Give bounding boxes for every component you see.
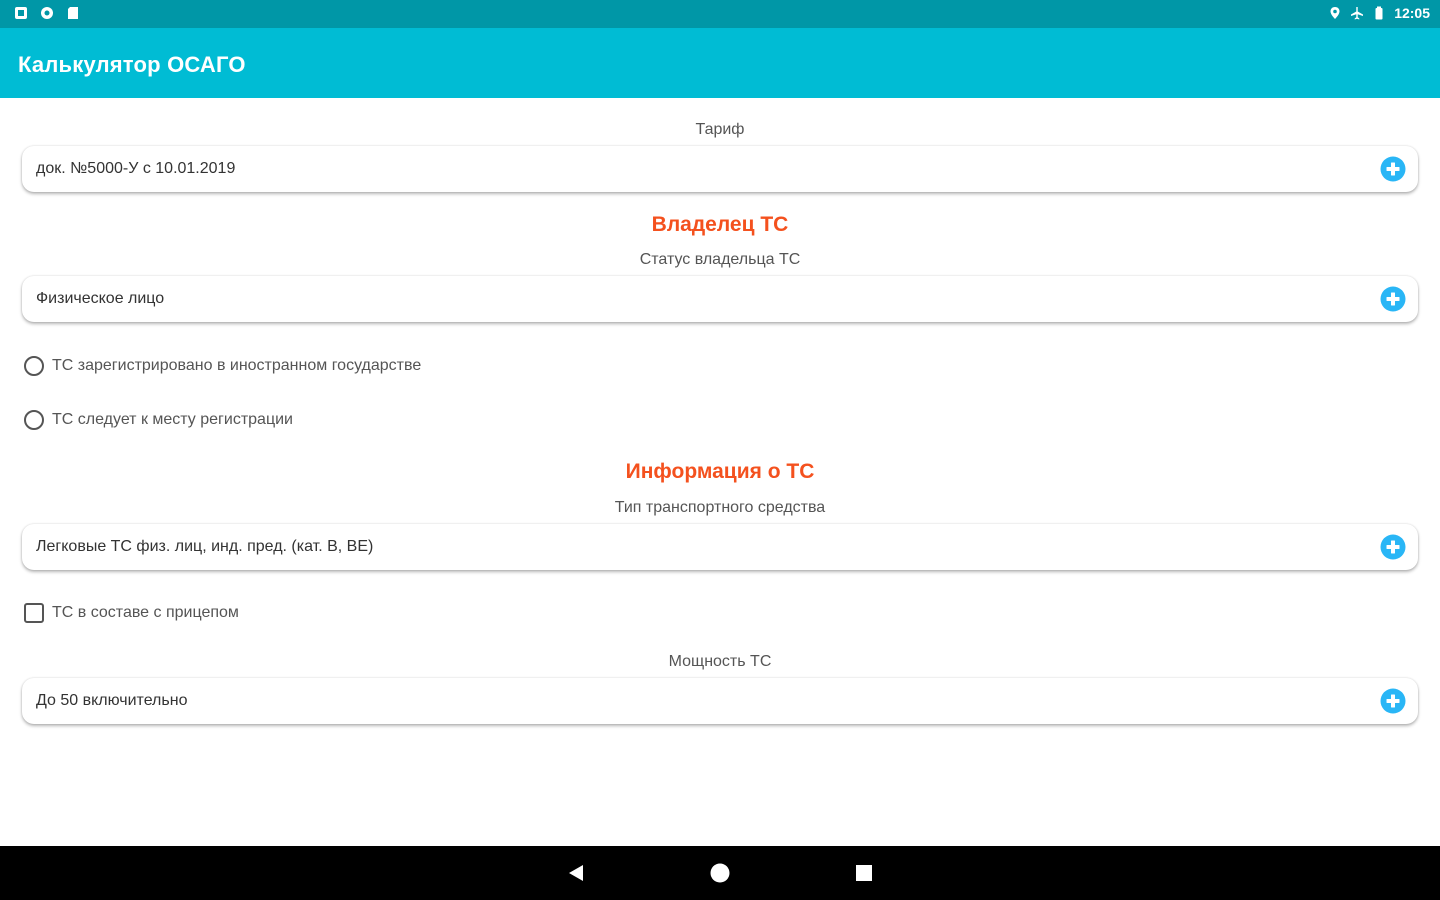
add-circle-icon[interactable] — [1380, 286, 1406, 312]
owner-section-title: Владелец ТС — [651, 213, 789, 236]
power-value: До 50 включительно — [36, 692, 188, 709]
airplane-icon — [1351, 7, 1364, 20]
location-icon — [1330, 7, 1340, 19]
recents-icon[interactable] — [853, 862, 875, 884]
add-circle-icon[interactable] — [1380, 688, 1406, 714]
foreign-registration-option[interactable]: ТС зарегистрировано в иностранном госуда… — [24, 356, 421, 376]
owner-status-label: Статус владельца ТС — [639, 251, 801, 268]
battery-icon — [1375, 6, 1383, 20]
tariff-value: док. №5000-У с 10.01.2019 — [36, 160, 236, 177]
to-registration-radio[interactable] — [24, 410, 44, 430]
trailer-option[interactable]: ТС в составе с прицепом — [24, 603, 239, 623]
add-circle-icon[interactable] — [1380, 156, 1406, 182]
status-bar: 12:05 — [0, 0, 1440, 28]
trailer-label: ТС в составе с прицепом — [52, 604, 239, 621]
tariff-field[interactable]: док. №5000-У с 10.01.2019 — [22, 146, 1418, 192]
app-title: Калькулятор ОСАГО — [18, 52, 246, 77]
owner-status-field[interactable]: Физическое лицо — [22, 276, 1418, 322]
vehicle-section-title: Информация о ТС — [625, 460, 815, 483]
foreign-registration-label: ТС зарегистрировано в иностранном госуда… — [52, 357, 422, 374]
foreign-registration-radio[interactable] — [24, 356, 44, 376]
back-icon[interactable] — [565, 862, 587, 884]
home-icon[interactable] — [709, 862, 731, 884]
to-registration-label: ТС следует к месту регистрации — [52, 411, 293, 428]
app-bar: Калькулятор ОСАГО — [0, 28, 1440, 98]
navigation-bar — [0, 846, 1440, 900]
notification-icon — [15, 7, 27, 19]
vehicle-type-field[interactable]: Легковые ТС физ. лиц, инд. пред. (кат. B… — [22, 524, 1418, 570]
trailer-checkbox[interactable] — [24, 603, 44, 623]
vehicle-type-value: Легковые ТС физ. лиц, инд. пред. (кат. B… — [36, 538, 374, 555]
owner-status-value: Физическое лицо — [36, 290, 165, 307]
vehicle-type-label: Тип транспортного средства — [614, 499, 826, 516]
power-label: Мощность ТС — [668, 653, 772, 670]
tariff-label: Тариф — [695, 121, 745, 138]
settings-circle-icon — [41, 7, 53, 19]
add-circle-icon[interactable] — [1380, 534, 1406, 560]
main-content: Тариф док. №5000-У с 10.01.2019 Владелец… — [0, 98, 1440, 846]
status-time: 12:05 — [1394, 5, 1430, 21]
power-field[interactable]: До 50 включительно — [22, 678, 1418, 724]
to-registration-option[interactable]: ТС следует к месту регистрации — [24, 410, 293, 430]
sd-card-icon — [68, 7, 78, 19]
